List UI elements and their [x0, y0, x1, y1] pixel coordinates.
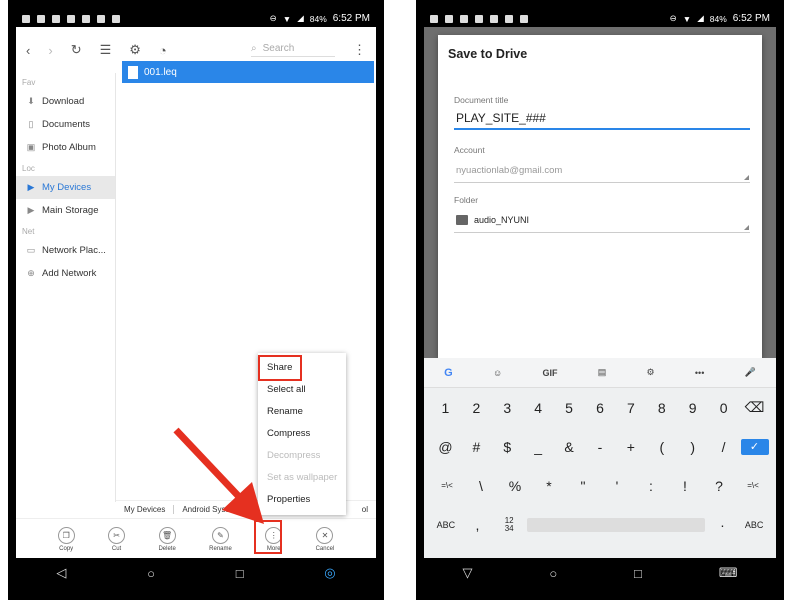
phone-left: ⊖ ▼ ◢ 84% 6:52 PM ‹ › ↻ ☰ ⚙ ◔ ⌕ Search ⋮…: [8, 0, 384, 600]
key-1[interactable]: 1: [431, 400, 459, 416]
key-asterisk[interactable]: *: [535, 478, 563, 494]
clock: 6:52 PM: [732, 13, 770, 24]
keyboard-row-more-symbols: =\< \ % * " ' : ! ? =\<: [424, 466, 776, 505]
status-bar: ⊖ ▼ ◢ 84% 6:52 PM: [424, 10, 776, 27]
key-single-quote[interactable]: ': [603, 478, 631, 494]
android-nav-bar: ▽ ○ □ ⌨: [424, 558, 776, 588]
save-to-drive-screen: ⊖ ▼ ◢ 84% 6:52 PM Save to Drive Document…: [424, 10, 776, 588]
document-title-label: Document title: [454, 95, 509, 105]
key-4[interactable]: 4: [524, 400, 552, 416]
key-3[interactable]: 3: [493, 400, 521, 416]
key-minus[interactable]: -: [586, 439, 614, 455]
key-underscore[interactable]: _: [524, 439, 552, 455]
key-exclamation[interactable]: !: [671, 478, 699, 494]
folder-underline: [454, 232, 750, 233]
keyboard-suggestion-bar: G ☺ GIF ▤ ⚙ ••• 🎤: [424, 358, 776, 388]
key-fractions[interactable]: 12 34: [495, 516, 523, 533]
assistant-icon[interactable]: ◎: [324, 565, 335, 581]
battery-level: 84%: [709, 13, 727, 24]
nav-recents-icon[interactable]: □: [634, 566, 642, 581]
key-at[interactable]: @: [431, 439, 459, 455]
keyboard-switch-icon[interactable]: ⌨: [719, 565, 738, 581]
key-hash[interactable]: #: [462, 439, 490, 455]
folder-select[interactable]: audio_NYUNI: [474, 215, 529, 225]
nav-home-icon[interactable]: ○: [549, 566, 557, 581]
dnd-icon: ⊖: [669, 13, 677, 23]
google-icon[interactable]: G: [444, 367, 453, 379]
document-title-underline: [454, 128, 750, 130]
key-paren-close[interactable]: ): [679, 439, 707, 455]
account-dropdown-icon: [744, 175, 749, 180]
key-period[interactable]: ·: [708, 517, 736, 533]
key-comma[interactable]: ,: [463, 517, 491, 533]
key-8[interactable]: 8: [648, 400, 676, 416]
key-paren-open[interactable]: (: [648, 439, 676, 455]
key-backslash[interactable]: \: [467, 478, 495, 494]
key-double-quote[interactable]: ": [569, 478, 597, 494]
folder-label: Folder: [454, 195, 479, 205]
key-9[interactable]: 9: [679, 400, 707, 416]
file-manager-screen: ⊖ ▼ ◢ 84% 6:52 PM ‹ › ↻ ☰ ⚙ ◔ ⌕ Search ⋮…: [16, 10, 376, 588]
key-ampersand[interactable]: &: [555, 439, 583, 455]
signal-icon: ◢: [697, 13, 704, 23]
account-select[interactable]: nyuactionlab@gmail.com: [456, 165, 562, 176]
keyboard-row-numbers: 1 2 3 4 5 6 7 8 9 0 ⌫: [424, 388, 776, 427]
key-2[interactable]: 2: [462, 400, 490, 416]
space-bar[interactable]: [526, 517, 705, 532]
account-label: Account: [454, 145, 485, 155]
key-colon[interactable]: :: [637, 478, 665, 494]
backspace-icon[interactable]: ⌫: [741, 399, 769, 416]
red-arrow-annotation: [173, 427, 264, 524]
keyboard: G ☺ GIF ▤ ⚙ ••• 🎤 1 2 3 4 5 6 7 8 9 0 ⌫ …: [424, 358, 776, 558]
keyboard-row-bottom: ABC , 12 34 · ABC: [424, 505, 776, 544]
settings-icon[interactable]: ⚙: [647, 367, 655, 378]
keyboard-row-symbols: @ # $ _ & - + ( ) / ✓: [424, 427, 776, 466]
nav-back-down-icon[interactable]: ▽: [462, 565, 472, 581]
key-more-symbols-right[interactable]: =\<: [739, 481, 767, 490]
more-icon[interactable]: •••: [695, 368, 704, 378]
microphone-icon[interactable]: 🎤: [745, 367, 756, 378]
key-abc-right[interactable]: ABC: [740, 520, 768, 530]
phone-right: ⊖ ▼ ◢ 84% 6:52 PM Save to Drive Document…: [416, 0, 784, 600]
key-dollar[interactable]: $: [493, 439, 521, 455]
document-title-input[interactable]: PLAY_SITE_###: [456, 111, 546, 125]
key-plus[interactable]: +: [617, 439, 645, 455]
clipboard-icon[interactable]: ▤: [598, 367, 607, 378]
key-6[interactable]: 6: [586, 400, 614, 416]
dialog-title: Save to Drive: [448, 47, 528, 61]
nav-home-icon[interactable]: ○: [147, 566, 155, 581]
key-percent[interactable]: %: [501, 478, 529, 494]
wifi-icon: ▼: [682, 13, 692, 24]
gif-button[interactable]: GIF: [542, 368, 557, 378]
key-abc-left[interactable]: ABC: [432, 520, 460, 530]
android-nav-bar: ◁ ○ □ ◎: [16, 558, 376, 588]
account-underline: [454, 182, 750, 183]
folder-dropdown-icon: [744, 225, 749, 230]
key-slash[interactable]: /: [710, 439, 738, 455]
folder-icon: [456, 215, 468, 225]
key-more-symbols[interactable]: =\<: [433, 481, 461, 490]
save-to-drive-dialog: Save to Drive Document title PLAY_SITE_#…: [438, 35, 762, 358]
nav-back-icon[interactable]: ◁: [56, 565, 66, 581]
done-check-icon[interactable]: ✓: [740, 438, 769, 455]
key-0[interactable]: 0: [710, 400, 738, 416]
key-5[interactable]: 5: [555, 400, 583, 416]
key-question[interactable]: ?: [705, 478, 733, 494]
sticker-icon[interactable]: ☺: [493, 368, 502, 378]
notification-icons: [430, 14, 528, 23]
key-7[interactable]: 7: [617, 400, 645, 416]
nav-recents-icon[interactable]: □: [236, 566, 244, 581]
